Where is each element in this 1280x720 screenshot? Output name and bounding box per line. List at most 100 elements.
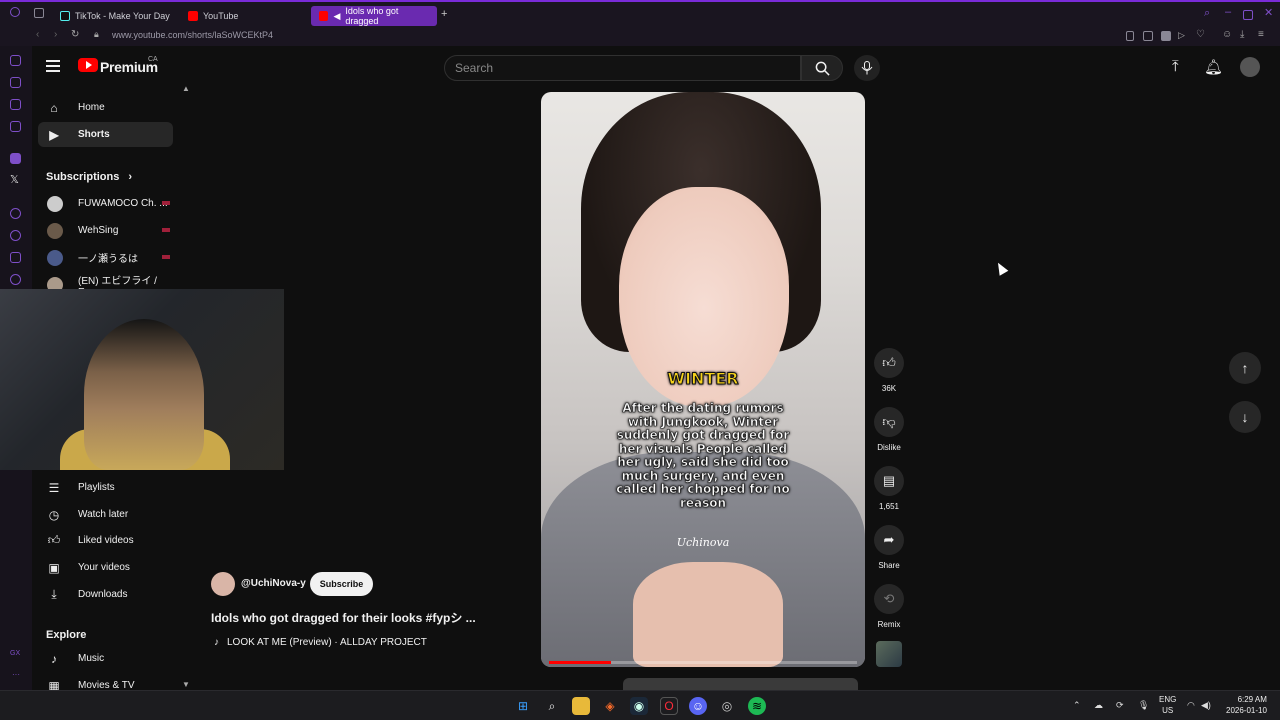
search-button[interactable] bbox=[801, 55, 843, 81]
file-explorer-icon[interactable] bbox=[572, 697, 590, 715]
spotify-icon[interactable]: ≋ bbox=[748, 697, 766, 715]
sidebar-gx-icon[interactable]: GX bbox=[10, 650, 20, 657]
player-icon[interactable]: ▷ bbox=[1178, 30, 1185, 41]
easy-setup-icon[interactable]: ≡ bbox=[1258, 29, 1264, 40]
sidebar-item-liked-videos[interactable]: 👍︎ Liked videos bbox=[38, 528, 173, 553]
steam-icon[interactable]: ◉ bbox=[630, 697, 648, 715]
sidebar-aria-icon[interactable] bbox=[10, 55, 21, 66]
sidebar-player-icon[interactable] bbox=[10, 208, 21, 219]
video-progress-bar[interactable] bbox=[549, 661, 857, 664]
url-field[interactable]: www.youtube.com/shorts/laSoWCEKtP4 bbox=[112, 30, 273, 40]
scroll-down-arrow-icon[interactable]: ▼ bbox=[182, 680, 190, 689]
adblock-shield-icon[interactable] bbox=[1161, 31, 1171, 41]
maximize-button[interactable] bbox=[1243, 10, 1253, 20]
system-clock[interactable]: 6:29 AM 2026-01-10 bbox=[1226, 694, 1267, 716]
sidebar-subscription[interactable]: FUWAMOCO Ch. ... bbox=[38, 191, 173, 216]
brave-icon[interactable]: ◈ bbox=[601, 697, 619, 715]
opera-logo-icon[interactable] bbox=[10, 7, 20, 17]
sidebar-x-icon[interactable]: 𝕏 bbox=[10, 173, 19, 186]
sidebar-item-your-videos[interactable]: ▣ Your videos bbox=[38, 555, 173, 580]
obs-icon[interactable]: ◎ bbox=[718, 697, 736, 715]
like-action[interactable]: 👍︎ 36K bbox=[874, 348, 904, 393]
keyboard-region: US bbox=[1162, 706, 1174, 715]
tray-overflow-icon[interactable]: ⌃ bbox=[1073, 700, 1081, 711]
account-avatar[interactable] bbox=[1240, 57, 1260, 77]
heart-icon[interactable]: ♡ bbox=[1196, 29, 1205, 40]
youtube-logo-icon[interactable] bbox=[78, 58, 98, 72]
subscribe-button[interactable]: Subscribe bbox=[310, 572, 373, 596]
dislike-button[interactable]: 👎︎ bbox=[874, 407, 904, 437]
sidebar-item-watch-later[interactable]: ◷ Watch later bbox=[38, 502, 173, 527]
sidebar-item-home[interactable]: ⌂ Home bbox=[38, 95, 173, 120]
comments-button[interactable]: ▤ bbox=[874, 466, 904, 496]
next-short-button[interactable]: ↓ bbox=[1229, 401, 1261, 433]
sidebar-item-shorts[interactable]: ▶ Shorts bbox=[38, 122, 173, 147]
remix-action[interactable]: ⟲ Remix bbox=[874, 584, 904, 629]
dislike-action[interactable]: 👎︎ Dislike bbox=[874, 407, 904, 452]
back-icon[interactable]: ‹ bbox=[36, 29, 39, 40]
opera-gx-icon[interactable]: O bbox=[660, 697, 678, 715]
tab-tiktok[interactable]: TikTok - Make Your Day bbox=[52, 6, 178, 26]
sync-icon[interactable]: ⟳ bbox=[1116, 700, 1124, 711]
short-title[interactable]: Idols who got dragged for their looks #f… bbox=[211, 609, 501, 626]
sidebar-settings-icon[interactable] bbox=[10, 274, 21, 285]
sidebar-extensions-icon[interactable] bbox=[10, 252, 21, 263]
upload-icon[interactable]: ⤒ bbox=[1172, 58, 1179, 75]
microphone-icon bbox=[861, 61, 873, 75]
sidebar-subscription[interactable]: WehSing bbox=[38, 218, 173, 243]
sidebar-messenger-icon[interactable] bbox=[10, 99, 21, 110]
new-tab-button[interactable]: + bbox=[441, 8, 447, 20]
mic-tray-icon[interactable]: 🎙︎ bbox=[1138, 700, 1149, 711]
notifications-bell-icon[interactable]: 🔔︎ bbox=[1204, 58, 1223, 76]
scroll-up-arrow-icon[interactable]: ▲ bbox=[182, 84, 190, 93]
bookmark-icon[interactable] bbox=[1126, 31, 1134, 41]
channel-name[interactable]: @UchiNova-y bbox=[241, 578, 306, 589]
onedrive-icon[interactable]: ☁ bbox=[1094, 700, 1103, 711]
workspace-icon[interactable] bbox=[34, 8, 44, 18]
music-info[interactable]: ♪ LOOK AT ME (Preview) · ALLDAY PROJECT bbox=[214, 637, 427, 648]
sidebar-item-downloads[interactable]: ⤓ Downloads bbox=[38, 582, 173, 607]
sidebar-crypto-icon[interactable] bbox=[10, 77, 21, 88]
menu-icon[interactable] bbox=[46, 60, 60, 72]
reload-icon[interactable]: ↻ bbox=[71, 29, 79, 40]
remix-label: Remix bbox=[877, 620, 901, 629]
search-input[interactable]: Search bbox=[444, 55, 801, 81]
like-button[interactable]: 👍︎ bbox=[874, 348, 904, 378]
sidebar-history-icon[interactable] bbox=[10, 230, 21, 241]
taskbar-search-icon[interactable]: ⌕ bbox=[543, 697, 561, 715]
language-indicator[interactable]: ENG US bbox=[1159, 694, 1176, 716]
share-button[interactable]: ➦ bbox=[874, 525, 904, 555]
sidebar-music-icon[interactable] bbox=[10, 121, 21, 132]
sidebar-subscription[interactable]: 一ノ瀬うるは bbox=[38, 245, 173, 270]
profile-icon[interactable]: ☺ bbox=[1222, 29, 1232, 40]
tab-idols-short[interactable]: ◀ Idols who got dragged bbox=[311, 6, 437, 26]
sidebar-item-music[interactable]: ♪ Music bbox=[38, 646, 173, 671]
sidebar-item-label: Home bbox=[78, 102, 105, 113]
channel-avatar[interactable] bbox=[211, 572, 235, 596]
remix-button[interactable]: ⟲ bbox=[874, 584, 904, 614]
wifi-icon[interactable]: ◠ bbox=[1187, 700, 1195, 711]
windows-start-icon[interactable]: ⊞ bbox=[514, 697, 532, 715]
tab-label: TikTok - Make Your Day bbox=[75, 11, 170, 21]
downloads-icon[interactable]: ⤓ bbox=[1240, 29, 1244, 40]
youtube-icon bbox=[188, 11, 198, 21]
snapshot-icon[interactable] bbox=[1143, 31, 1153, 41]
forward-icon[interactable]: › bbox=[54, 29, 57, 40]
voice-search-button[interactable] bbox=[854, 55, 880, 81]
sidebar-twitch-icon[interactable] bbox=[10, 153, 21, 164]
comment-action[interactable]: ▤ 1,651 bbox=[874, 466, 904, 511]
audio-track-thumbnail[interactable] bbox=[876, 641, 902, 667]
share-action[interactable]: ➦ Share bbox=[874, 525, 904, 570]
close-window-button[interactable]: ✕ bbox=[1264, 6, 1273, 19]
tab-youtube[interactable]: YouTube bbox=[180, 6, 246, 26]
discord-icon[interactable]: ☺ bbox=[689, 697, 707, 715]
short-video-player[interactable]: WINTER After the dating rumors with Jung… bbox=[541, 92, 865, 667]
sidebar-more-icon[interactable]: ··· bbox=[12, 670, 20, 679]
volume-icon[interactable]: ◀) bbox=[1201, 700, 1211, 711]
webcam-person bbox=[84, 319, 204, 470]
subscriptions-heading[interactable]: Subscriptions › bbox=[46, 171, 132, 183]
previous-short-button[interactable]: ↑ bbox=[1229, 352, 1261, 384]
minimize-button[interactable]: – bbox=[1225, 6, 1231, 18]
sidebar-item-playlists[interactable]: ☰ Playlists bbox=[38, 475, 173, 500]
search-tabs-icon[interactable]: ⌕ bbox=[1204, 7, 1210, 20]
